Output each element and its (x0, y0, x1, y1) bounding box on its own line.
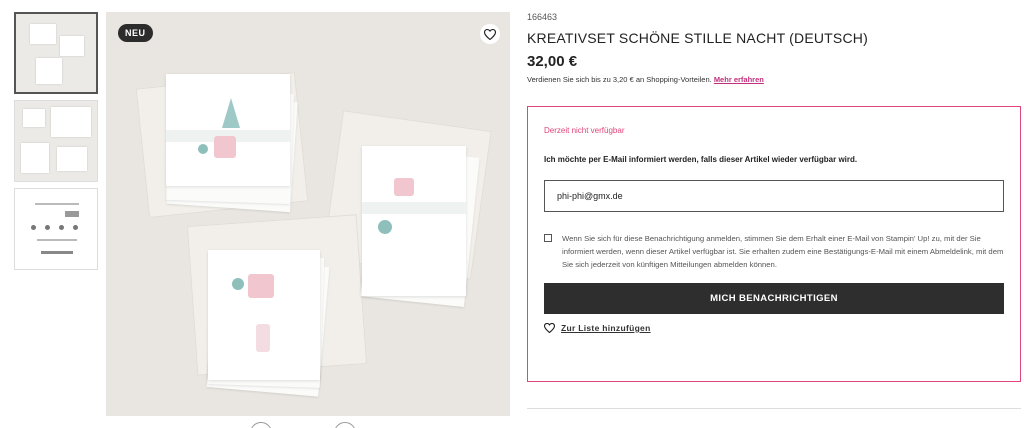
thumbnail-list (14, 12, 98, 276)
carousel-next-button[interactable] (334, 422, 357, 428)
product-sku: 166463 (527, 12, 558, 22)
shopping-benefit: Verdienen Sie sich bis zu 3,20 € an Shop… (527, 75, 1021, 84)
product-image[interactable]: NEU (106, 12, 510, 416)
availability-status: Derzeit nicht verfügbar (544, 126, 625, 135)
carousel-controls (250, 422, 414, 428)
consent-checkbox[interactable] (544, 234, 552, 242)
notify-me-button[interactable]: MICH BENACHRICHTIGEN (544, 283, 1004, 314)
new-badge: NEU (118, 24, 153, 42)
thumbnail-1[interactable] (14, 12, 98, 94)
add-to-list-link[interactable]: Zur Liste hinzufügen (544, 323, 1004, 333)
thumbnail-2[interactable] (14, 100, 98, 182)
heart-outline-icon (484, 28, 496, 40)
carousel-prev-button[interactable] (250, 422, 272, 428)
heart-outline-icon (544, 323, 555, 333)
section-divider (527, 408, 1021, 409)
notify-panel: Derzeit nicht verfügbar Ich möchte per E… (527, 106, 1021, 382)
learn-more-link[interactable]: Mehr erfahren (714, 75, 764, 84)
notify-question: Ich möchte per E-Mail informiert werden,… (544, 155, 858, 164)
add-to-list-label: Zur Liste hinzufügen (561, 323, 651, 333)
thumbnail-3[interactable] (14, 188, 98, 270)
favorite-button[interactable] (480, 24, 500, 44)
product-title: KREATIVSET SCHÖNE STILLE NACHT (DEUTSCH) (527, 30, 868, 46)
email-field[interactable] (544, 180, 1004, 212)
product-price: 32,00 € (527, 53, 578, 70)
consent-row: Wenn Sie sich für diese Benachrichtigung… (544, 232, 1004, 271)
consent-text: Wenn Sie sich für diese Benachrichtigung… (562, 234, 1004, 269)
product-info: 166463 KREATIVSET SCHÖNE STILLE NACHT (D… (527, 12, 1021, 84)
benefit-text: Verdienen Sie sich bis zu 3,20 € an Shop… (527, 75, 712, 84)
